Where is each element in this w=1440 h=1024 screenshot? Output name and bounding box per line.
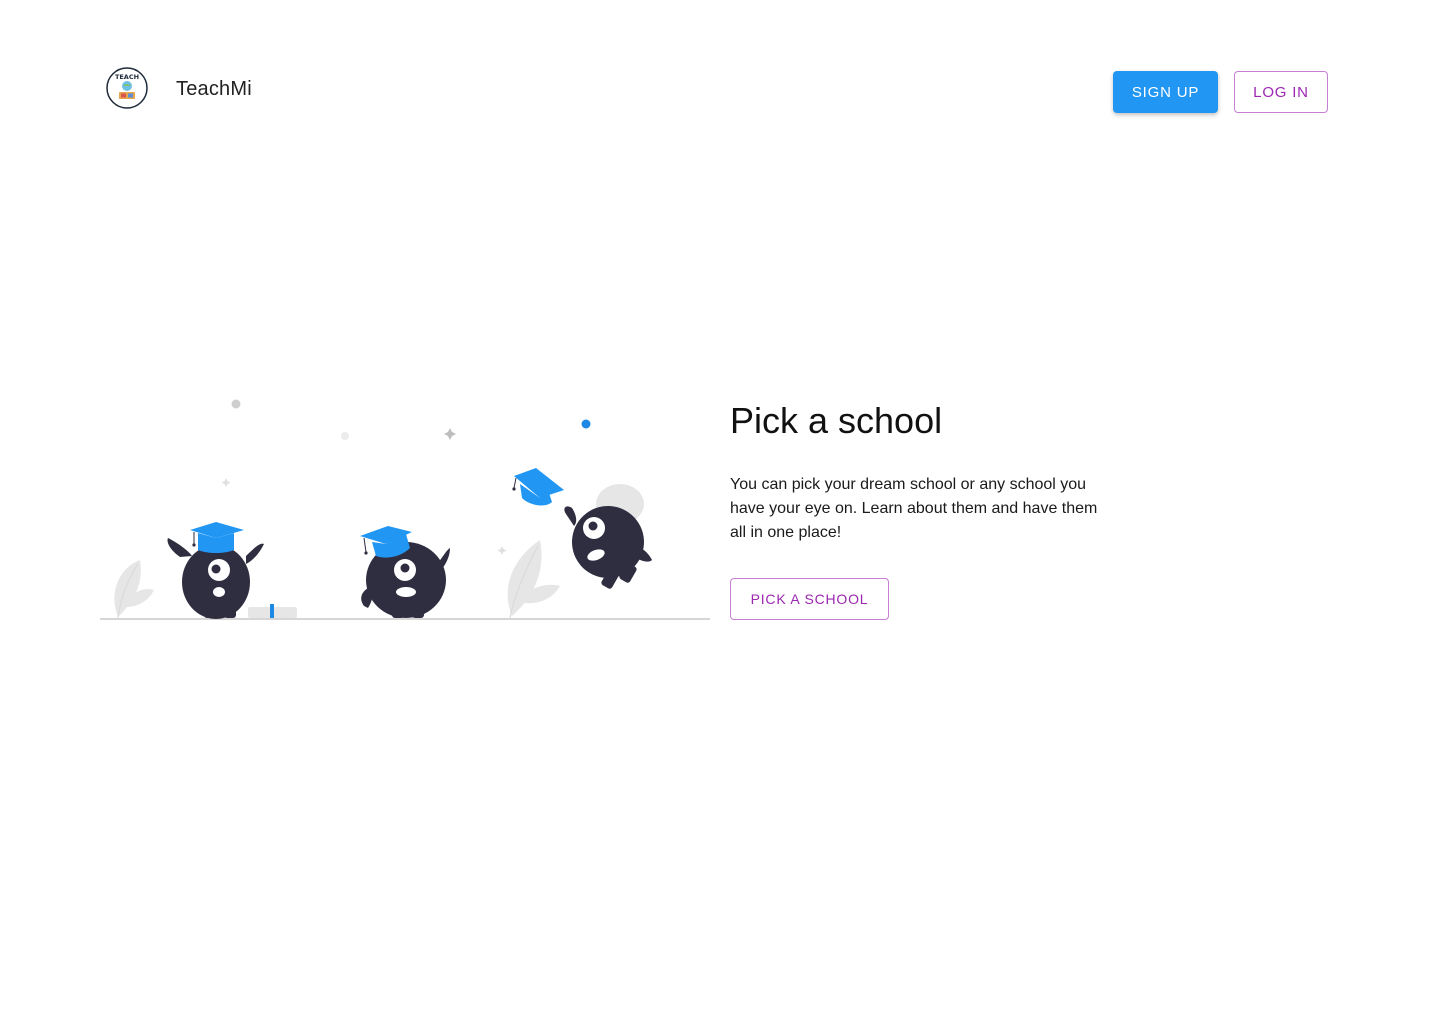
leaf-plant-icon <box>507 540 560 619</box>
confetti-dot <box>581 419 591 429</box>
pick-a-school-button[interactable]: PICK A SCHOOL <box>730 578 889 620</box>
signup-button[interactable]: SIGN UP <box>1113 71 1218 113</box>
sparkle-icon <box>497 546 507 555</box>
leaf-plant-icon <box>114 560 154 619</box>
diploma-icon <box>248 604 297 618</box>
login-button[interactable]: LOG IN <box>1234 71 1328 113</box>
landing-page: TEACH TeachMi SIGN UP LOG IN Pick a scho… <box>0 0 1440 1024</box>
sparkle-icon <box>444 428 456 440</box>
sparkle-icon <box>221 478 231 487</box>
confetti-dot <box>231 399 241 409</box>
hero-description: You can pick your dream school or any sc… <box>730 476 1098 541</box>
logo-text: TEACH <box>115 73 139 81</box>
creature-graduate-2 <box>360 526 450 618</box>
graduation-illustration <box>100 399 710 620</box>
teachmi-logo[interactable]: TEACH <box>106 67 148 109</box>
confetti-dot <box>341 432 349 440</box>
hero-title: Pick a school <box>730 400 943 441</box>
brand-name[interactable]: TeachMi <box>176 78 252 101</box>
creature-graduate-1 <box>167 522 264 619</box>
